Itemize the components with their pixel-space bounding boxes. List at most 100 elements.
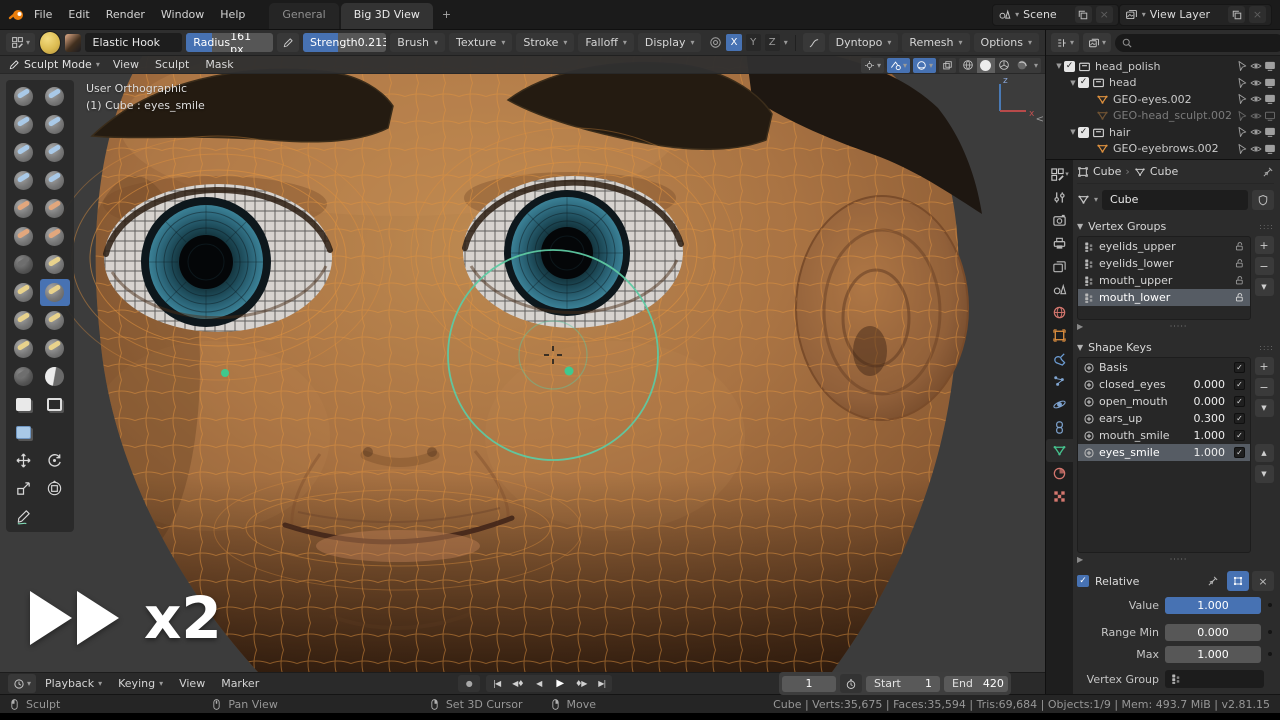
mirror-z-toggle[interactable]: Z: [765, 34, 780, 51]
material-shading-button[interactable]: [995, 58, 1013, 73]
jump-to-start-button[interactable]: |◀: [486, 675, 507, 692]
tab-world[interactable]: [1046, 301, 1073, 324]
end-frame-field[interactable]: End420: [944, 676, 1008, 692]
collection-checkbox[interactable]: ✓: [1064, 61, 1075, 72]
tab-object[interactable]: [1046, 324, 1073, 347]
menu-render[interactable]: Render: [98, 0, 153, 30]
tool-grab[interactable]: [40, 251, 70, 278]
options-dropdown[interactable]: Options▾: [974, 33, 1039, 52]
tool-box-hide[interactable]: [40, 391, 70, 418]
shape-key-checkbox[interactable]: ✓: [1234, 430, 1245, 441]
tool-draw[interactable]: [9, 83, 39, 110]
vertex-group-field[interactable]: [1165, 670, 1264, 688]
edit-mode-display-button[interactable]: [1227, 571, 1249, 591]
tool-flatten[interactable]: [40, 195, 70, 222]
tab-output[interactable]: [1046, 232, 1073, 255]
timeline-menu-view[interactable]: View: [172, 677, 212, 690]
outliner-filter-type[interactable]: ▾: [1083, 33, 1111, 52]
disable-icon[interactable]: [1264, 77, 1276, 89]
expand-icon[interactable]: ▶: [1077, 555, 1083, 564]
disclosure-icon[interactable]: ▼: [1054, 62, 1064, 70]
tool-rotate-gizmo[interactable]: [40, 447, 70, 474]
timeline-menu-keying[interactable]: Keying▾: [111, 677, 170, 690]
disable-icon[interactable]: [1264, 126, 1276, 138]
range-min-field[interactable]: 0.000: [1165, 624, 1261, 641]
viewport-canvas[interactable]: z x: [0, 56, 1045, 672]
menu-window[interactable]: Window: [153, 0, 212, 30]
shape-key-row[interactable]: Basis✓: [1078, 359, 1250, 376]
select-icon[interactable]: [1236, 77, 1248, 89]
shape-key-specials-button[interactable]: ▼: [1255, 399, 1274, 417]
menu-edit[interactable]: Edit: [60, 0, 97, 30]
add-workspace-button[interactable]: +: [435, 3, 458, 29]
add-vertex-group-button[interactable]: +: [1255, 236, 1274, 254]
tool-scrape[interactable]: [40, 223, 70, 250]
hide-icon[interactable]: [1250, 93, 1262, 105]
chevron-down-icon[interactable]: ▾: [1015, 10, 1019, 19]
proportional-edit-icon[interactable]: [709, 36, 722, 49]
relative-checkbox[interactable]: ✓: [1077, 575, 1089, 587]
tool-smooth[interactable]: [9, 195, 39, 222]
shape-key-row[interactable]: mouth_smile1.000✓: [1078, 427, 1250, 444]
radius-slider[interactable]: Radius161 px: [186, 33, 273, 52]
pin-id-button[interactable]: [1262, 165, 1274, 178]
scene-icon[interactable]: [998, 8, 1011, 21]
mesh-name-field[interactable]: Cube: [1102, 190, 1248, 210]
play-button[interactable]: ▶: [549, 675, 570, 692]
overlays-toggle[interactable]: ▾: [887, 58, 910, 73]
tool-box-mask[interactable]: [9, 391, 39, 418]
viewport-menu-mask[interactable]: Mask: [198, 58, 240, 71]
outliner-row-geo-eyebrows[interactable]: GEO-eyebrows.002: [1046, 141, 1280, 158]
play-reverse-button[interactable]: ◀: [528, 675, 549, 692]
auto-keying-record-button[interactable]: ●: [458, 675, 480, 692]
disable-icon[interactable]: [1264, 60, 1276, 72]
xray-toggle[interactable]: ▾: [913, 58, 936, 73]
breadcrumb-data[interactable]: Cube: [1150, 165, 1178, 178]
strength-slider[interactable]: Strength0.213: [303, 33, 386, 52]
value-slider[interactable]: 1.000: [1165, 597, 1261, 614]
hide-icon[interactable]: [1250, 60, 1262, 72]
clear-shape-keys-button[interactable]: ×: [1252, 571, 1274, 591]
vertex-group-row[interactable]: mouth_upper: [1078, 272, 1250, 289]
select-icon[interactable]: [1236, 93, 1248, 105]
vertex-group-row[interactable]: eyelids_lower: [1078, 255, 1250, 272]
new-view-layer-button[interactable]: [1228, 6, 1245, 23]
gizmos-toggle[interactable]: ▾: [861, 58, 884, 73]
rendered-shading-button[interactable]: [1013, 58, 1031, 73]
tool-blob[interactable]: [9, 167, 39, 194]
falloff-dropdown[interactable]: Falloff▾: [578, 33, 634, 52]
tool-pose[interactable]: [40, 307, 70, 334]
lock-icon[interactable]: [1234, 241, 1245, 252]
chevron-down-icon[interactable]: ▾: [1142, 10, 1146, 19]
outliner-search[interactable]: [1115, 34, 1280, 52]
tab-material[interactable]: [1046, 462, 1073, 485]
disable-icon[interactable]: [1264, 93, 1276, 105]
tool-clay-strips[interactable]: [40, 111, 70, 138]
select-icon[interactable]: [1236, 143, 1248, 155]
shape-key-checkbox[interactable]: ✓: [1234, 379, 1245, 390]
tool-transform[interactable]: [40, 475, 70, 502]
tab-scene[interactable]: [1046, 278, 1073, 301]
timeline-menu-marker[interactable]: Marker: [214, 677, 266, 690]
vertex-group-row-selected[interactable]: mouth_lower: [1078, 289, 1250, 306]
tool-thumb[interactable]: [9, 307, 39, 334]
collection-checkbox[interactable]: ✓: [1078, 77, 1089, 88]
expand-icon[interactable]: ▶: [1077, 322, 1083, 331]
outliner-row-head[interactable]: ▼ ✓ head: [1046, 75, 1280, 92]
falloff-shape-button[interactable]: [803, 33, 825, 52]
sidebar-collapse-arrow[interactable]: <: [1036, 114, 1044, 125]
tool-elastic-deform[interactable]: [9, 279, 39, 306]
new-scene-button[interactable]: [1075, 6, 1092, 23]
timeline-editor-type-button[interactable]: ▾: [8, 674, 36, 693]
jump-to-end-button[interactable]: ▶|: [591, 675, 612, 692]
outliner-row-hair[interactable]: ▼ ✓ hair: [1046, 124, 1280, 141]
hide-icon[interactable]: [1250, 143, 1262, 155]
remove-vertex-group-button[interactable]: −: [1255, 257, 1274, 275]
disclosure-icon[interactable]: ▼: [1068, 79, 1078, 87]
mode-selector[interactable]: Sculpt Mode▾: [8, 58, 104, 71]
fake-user-button[interactable]: [1252, 190, 1274, 210]
editor-type-button[interactable]: ▾: [6, 33, 35, 52]
tool-snake-hook-active[interactable]: [40, 279, 70, 306]
display-dropdown[interactable]: Display▾: [638, 33, 702, 52]
tool-scale[interactable]: [9, 475, 39, 502]
